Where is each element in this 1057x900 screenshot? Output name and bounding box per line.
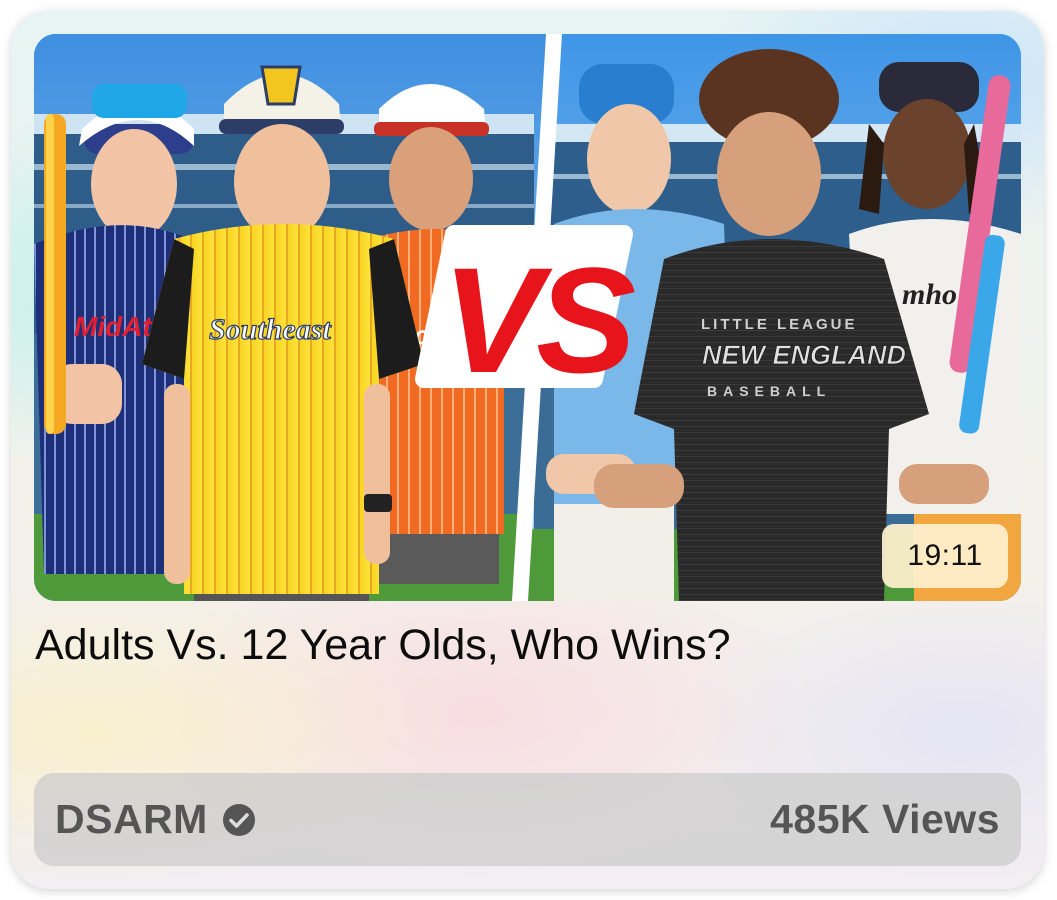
video-title[interactable]: Adults Vs. 12 Year Olds, Who Wins? (35, 617, 1015, 673)
video-duration-badge: 19:11 (882, 524, 1008, 588)
video-meta-bar: DSARM 485K Views (34, 773, 1021, 866)
shirt-line2: NEW ENGLAND (702, 340, 906, 370)
video-card[interactable]: MidAtla outh Southeast (11, 11, 1044, 889)
verified-check-icon (222, 803, 256, 837)
kid2-jersey-text: Southeast (209, 313, 332, 346)
svg-text:mho: mho (902, 278, 957, 311)
vs-logo: VS (415, 225, 641, 404)
video-thumbnail[interactable]: MidAtla outh Southeast (34, 34, 1021, 601)
thumbnail-image: MidAtla outh Southeast (34, 34, 1021, 601)
view-count: 485K Views (770, 796, 1000, 842)
vs-text: VS (442, 236, 635, 404)
shirt-line1: LITTLE LEAGUE (701, 316, 858, 333)
channel-name[interactable]: DSARM (55, 773, 208, 866)
shirt-line3: BASEBALL (707, 383, 831, 399)
